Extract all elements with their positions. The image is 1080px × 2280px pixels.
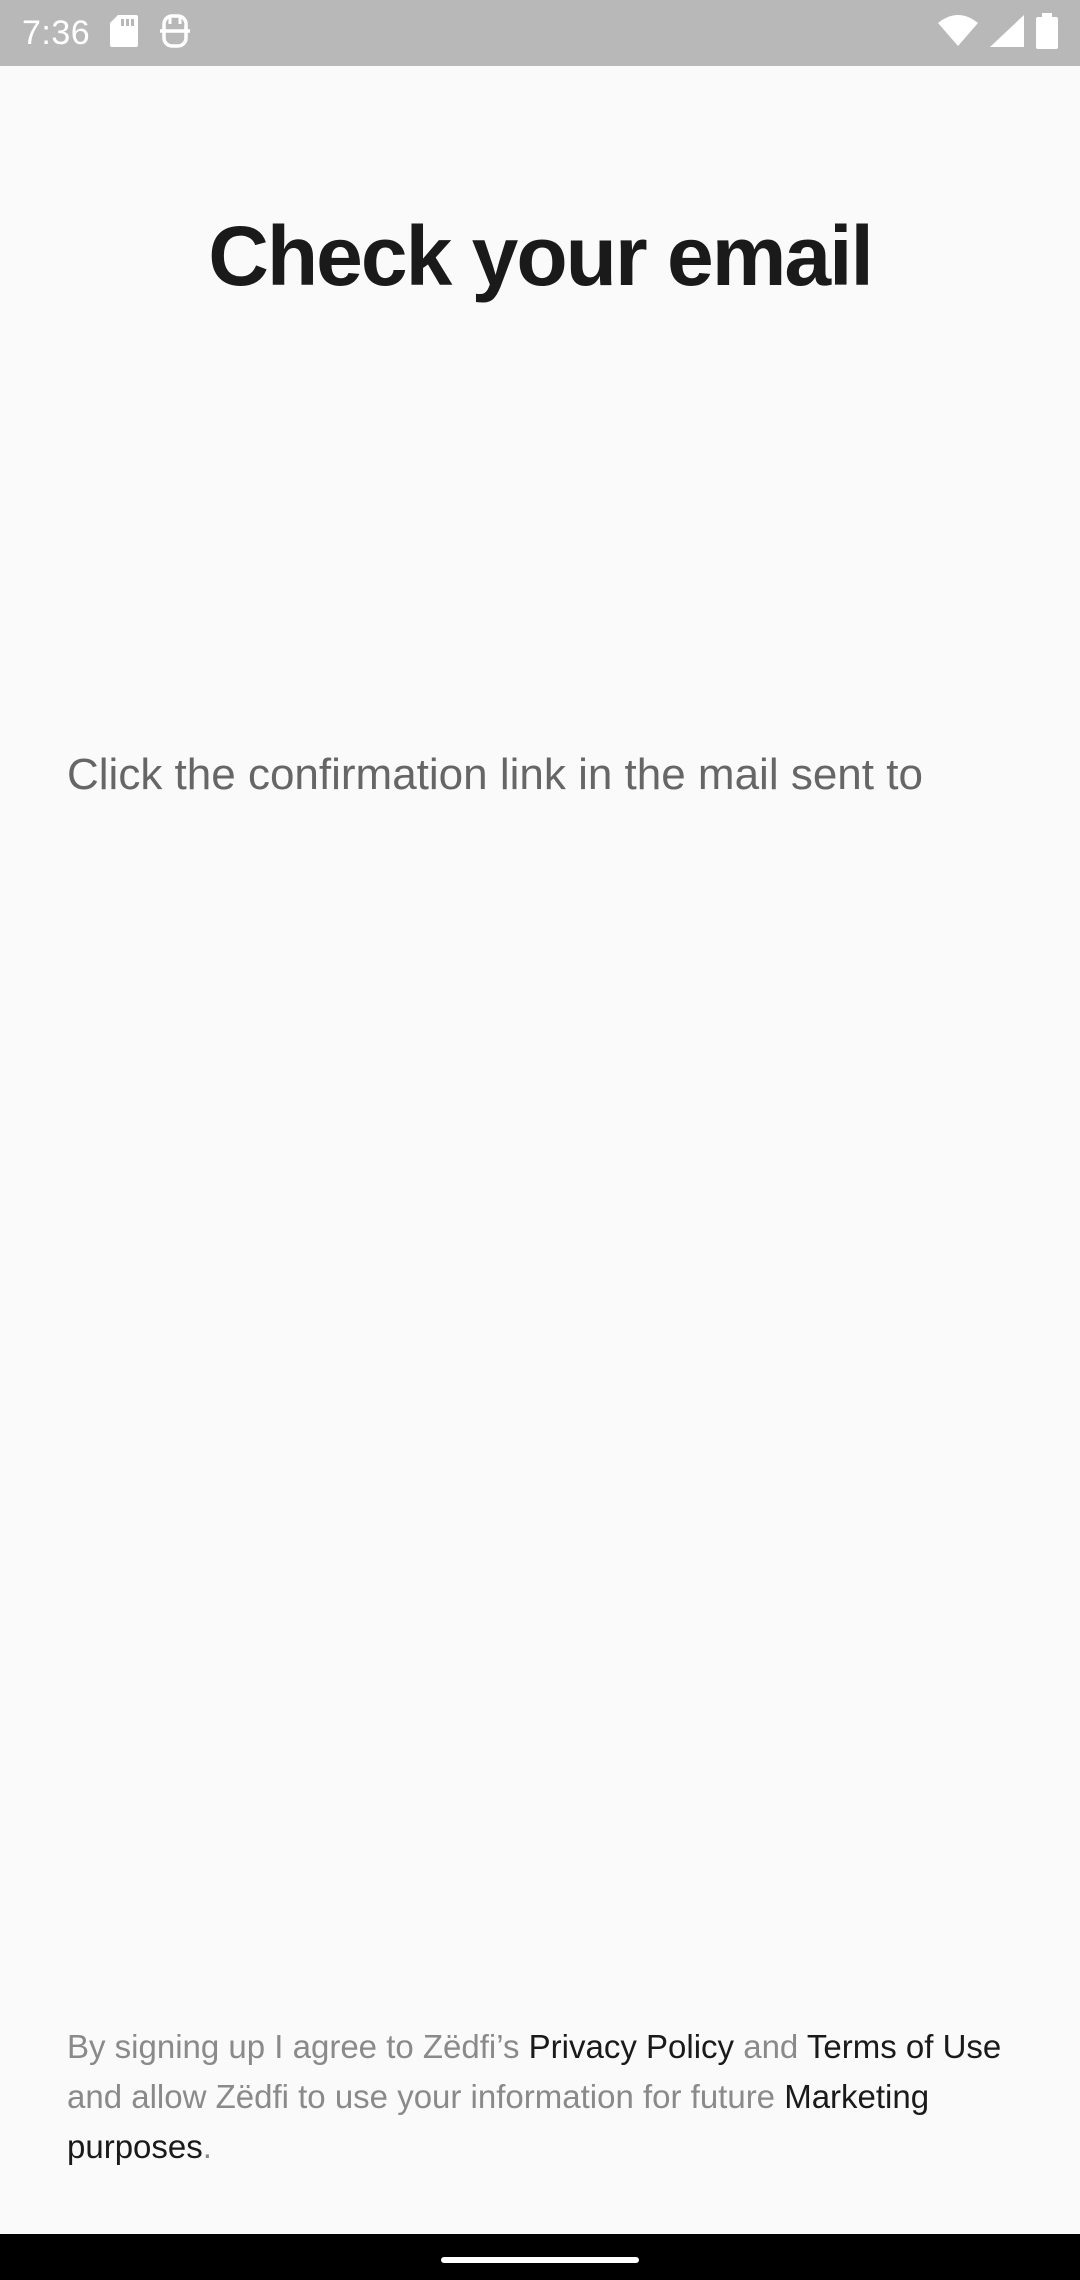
privacy-policy-link[interactable]: Privacy Policy	[529, 2028, 734, 2065]
home-gesture-handle[interactable]	[441, 2257, 639, 2263]
legal-and-text: and	[734, 2028, 807, 2065]
legal-suffix: .	[202, 2128, 212, 2165]
status-left-icons	[110, 13, 191, 53]
navigation-bar	[0, 2234, 1080, 2280]
legal-middle-text: and allow Zëdfi to use your information …	[67, 2078, 785, 2115]
status-right-icons	[938, 0, 1058, 66]
status-bar: 7:36	[0, 0, 1080, 66]
confirmation-message: Click the confirmation link in the mail …	[67, 750, 923, 799]
page-title: Check your email	[208, 209, 874, 303]
legal-prefix: By signing up I agree to Zëdfi’s	[67, 2028, 529, 2065]
cellular-signal-icon	[990, 14, 1024, 52]
legal-disclaimer: By signing up I agree to Zëdfi’s Privacy…	[67, 2022, 1013, 2172]
battery-icon	[1036, 12, 1058, 54]
assistant-icon	[160, 13, 191, 53]
wifi-icon	[938, 14, 978, 52]
terms-of-use-link[interactable]: Terms of Use	[807, 2028, 1001, 2065]
sd-card-icon	[110, 14, 139, 52]
screen: 7:36 Check your email Click the confirma…	[0, 0, 1080, 2280]
status-time: 7:36	[22, 13, 91, 52]
